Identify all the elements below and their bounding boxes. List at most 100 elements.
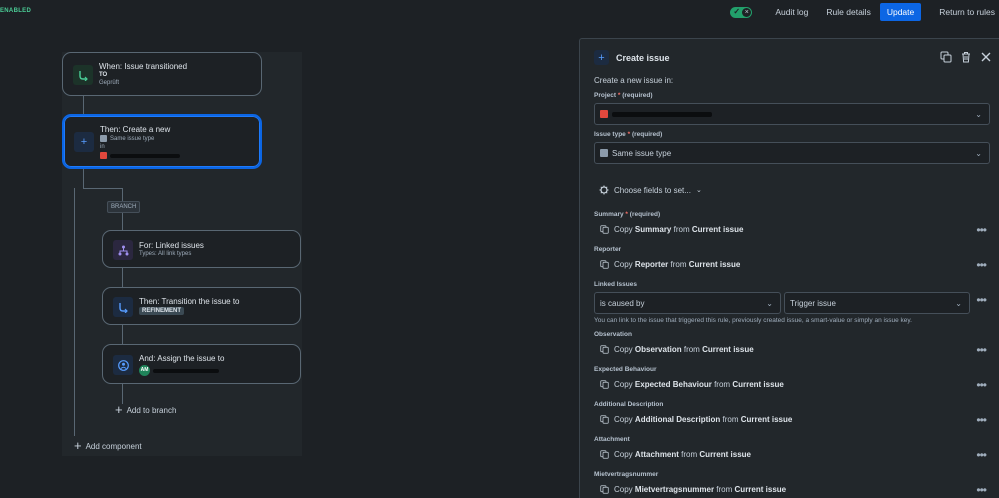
connector-line [122, 384, 123, 404]
copy-icon [600, 415, 609, 424]
linked-issues-more-icon[interactable]: ••• [976, 293, 987, 307]
plus-icon: + [74, 438, 82, 453]
link-type-value: is caused by [600, 298, 645, 308]
trigger-node[interactable]: When: Issue transitioned TO Geprüft [62, 52, 262, 96]
rule-enabled-toggle[interactable]: ✓ × [730, 6, 753, 18]
field-label-attachment: Attachment [594, 436, 630, 443]
choose-fields-button[interactable]: Choose fields to set... ⌄ [599, 185, 702, 195]
add-to-branch-button[interactable]: + Add to branch [115, 402, 176, 417]
rule-canvas: When: Issue transitioned TO Geprüft + Th… [62, 52, 302, 456]
redacted-assignee [153, 368, 219, 373]
avatar: AM [139, 365, 150, 376]
trash-icon [962, 52, 970, 63]
expected-behaviour-copy-row[interactable]: Copy Expected Behaviour from Current iss… [600, 380, 784, 389]
additional-description-copy-row[interactable]: Copy Additional Description from Current… [600, 415, 792, 424]
summary-label: Summary * (required) [594, 211, 660, 218]
issue-type-label: Issue type * (required) [594, 131, 662, 138]
plus-icon: + [74, 132, 94, 152]
create-issue-node[interactable]: + Then: Create a new Same issue type in [62, 114, 262, 169]
linked-issues-label: Linked Issues [594, 281, 637, 288]
connector-line [122, 268, 123, 287]
expected-behaviour-more-icon[interactable]: ••• [976, 378, 987, 392]
link-type-select[interactable]: is caused by ⌄ [594, 292, 781, 314]
mietvertragsnummer-more-icon[interactable]: ••• [976, 483, 987, 497]
project-select[interactable]: ⌄ [594, 103, 990, 125]
chevron-down-icon: ⌄ [975, 149, 982, 158]
observation-copy-row[interactable]: Copy Observation from Current issue [600, 345, 754, 354]
additional-description-more-icon[interactable]: ••• [976, 413, 987, 427]
required-text: (required) [622, 92, 653, 99]
link-target-value: Trigger issue [790, 298, 836, 308]
project-label-text: Project [594, 92, 617, 99]
user-icon [113, 355, 133, 375]
summary-more-icon[interactable]: ••• [976, 223, 987, 237]
copy-icon [600, 345, 609, 354]
branch-for-node[interactable]: For: Linked issues Types: All link types [102, 230, 301, 268]
issue-type-icon [100, 135, 107, 142]
add-component-label: Add component [85, 441, 142, 451]
linked-issues-hint: You can link to the issue that triggered… [594, 317, 912, 324]
close-panel-button[interactable] [979, 50, 993, 64]
issue-type-label-text: Issue type [594, 131, 626, 138]
summary-copy-row[interactable]: Copy Summary from Current issue [600, 225, 743, 234]
connector-line [83, 168, 84, 188]
status-lozenge: REFINEMENT [139, 307, 184, 315]
redacted-project [110, 153, 180, 158]
check-icon: ✓ [733, 6, 741, 16]
return-to-rules-button[interactable]: Return to rules [930, 3, 999, 21]
topbar-actions: ✓ × Audit log Rule details Update Return… [730, 3, 999, 21]
field-label-additional-description: Additional Description [594, 401, 664, 408]
chevron-down-icon: ⌄ [766, 299, 773, 308]
attachment-more-icon[interactable]: ••• [976, 448, 987, 462]
choose-fields-label: Choose fields to set... [614, 185, 691, 195]
project-avatar-icon [100, 152, 107, 159]
create-in-label: in [100, 144, 105, 150]
trigger-title: When: Issue transitioned [99, 62, 188, 71]
panel-actions [939, 50, 993, 64]
create-issue-type: Same issue type [100, 135, 154, 142]
connector-line [83, 96, 84, 114]
required-asterisk: * [616, 92, 621, 99]
rule-details-button[interactable]: Rule details [817, 3, 879, 21]
branch-transition-status: REFINEMENT [139, 307, 184, 315]
gear-icon [599, 185, 609, 195]
branch-for-sub: Types: All link types [139, 251, 192, 257]
create-issue-type-label: Same issue type [110, 135, 155, 142]
attachment-copy-row[interactable]: Copy Attachment from Current issue [600, 450, 751, 459]
plus-icon: + [594, 50, 609, 65]
mietvertragsnummer-copy-row[interactable]: Copy Mietvertragsnummer from Current iss… [600, 485, 786, 494]
update-button[interactable]: Update [879, 3, 922, 21]
required-text: (required) [631, 131, 663, 138]
required-text: (required) [629, 211, 661, 218]
panel-header: + Create issue [594, 50, 670, 65]
summary-label-text: Summary [594, 211, 624, 218]
required-asterisk: * [623, 211, 628, 218]
project-avatar-icon [600, 110, 608, 118]
connector-line [122, 325, 123, 344]
branch-transition-title: Then: Transition the issue to [139, 297, 240, 306]
reporter-more-icon[interactable]: ••• [976, 258, 987, 272]
close-icon: × [742, 7, 752, 17]
branch-label: BRANCH [107, 201, 141, 213]
audit-log-button[interactable]: Audit log [766, 3, 817, 21]
field-label-observation: Observation [594, 331, 632, 338]
create-action-title: Then: Create a new [100, 125, 171, 134]
link-target-select[interactable]: Trigger issue ⌄ [784, 292, 970, 314]
observation-more-icon[interactable]: ••• [976, 343, 987, 357]
field-label-expected-behaviour: Expected Behaviour [594, 366, 657, 373]
branch-transition-node[interactable]: Then: Transition the issue to REFINEMENT [102, 287, 301, 325]
add-component-button[interactable]: + Add component [74, 438, 142, 453]
close-icon [981, 52, 991, 62]
transition-icon [113, 297, 133, 317]
delete-button[interactable] [959, 50, 973, 64]
duplicate-button[interactable] [939, 50, 953, 64]
rule-status-badge: ENABLED [0, 8, 32, 14]
issue-type-icon [600, 149, 608, 157]
branch-assign-node[interactable]: And: Assign the issue to AM [102, 344, 301, 384]
issue-type-select[interactable]: Same issue type ⌄ [594, 142, 990, 164]
create-project [100, 152, 180, 159]
plus-icon: + [115, 402, 123, 417]
panel-title: Create issue [616, 52, 670, 63]
required-asterisk: * [625, 131, 631, 138]
reporter-copy-row[interactable]: Copy Reporter from Current issue [600, 260, 740, 269]
